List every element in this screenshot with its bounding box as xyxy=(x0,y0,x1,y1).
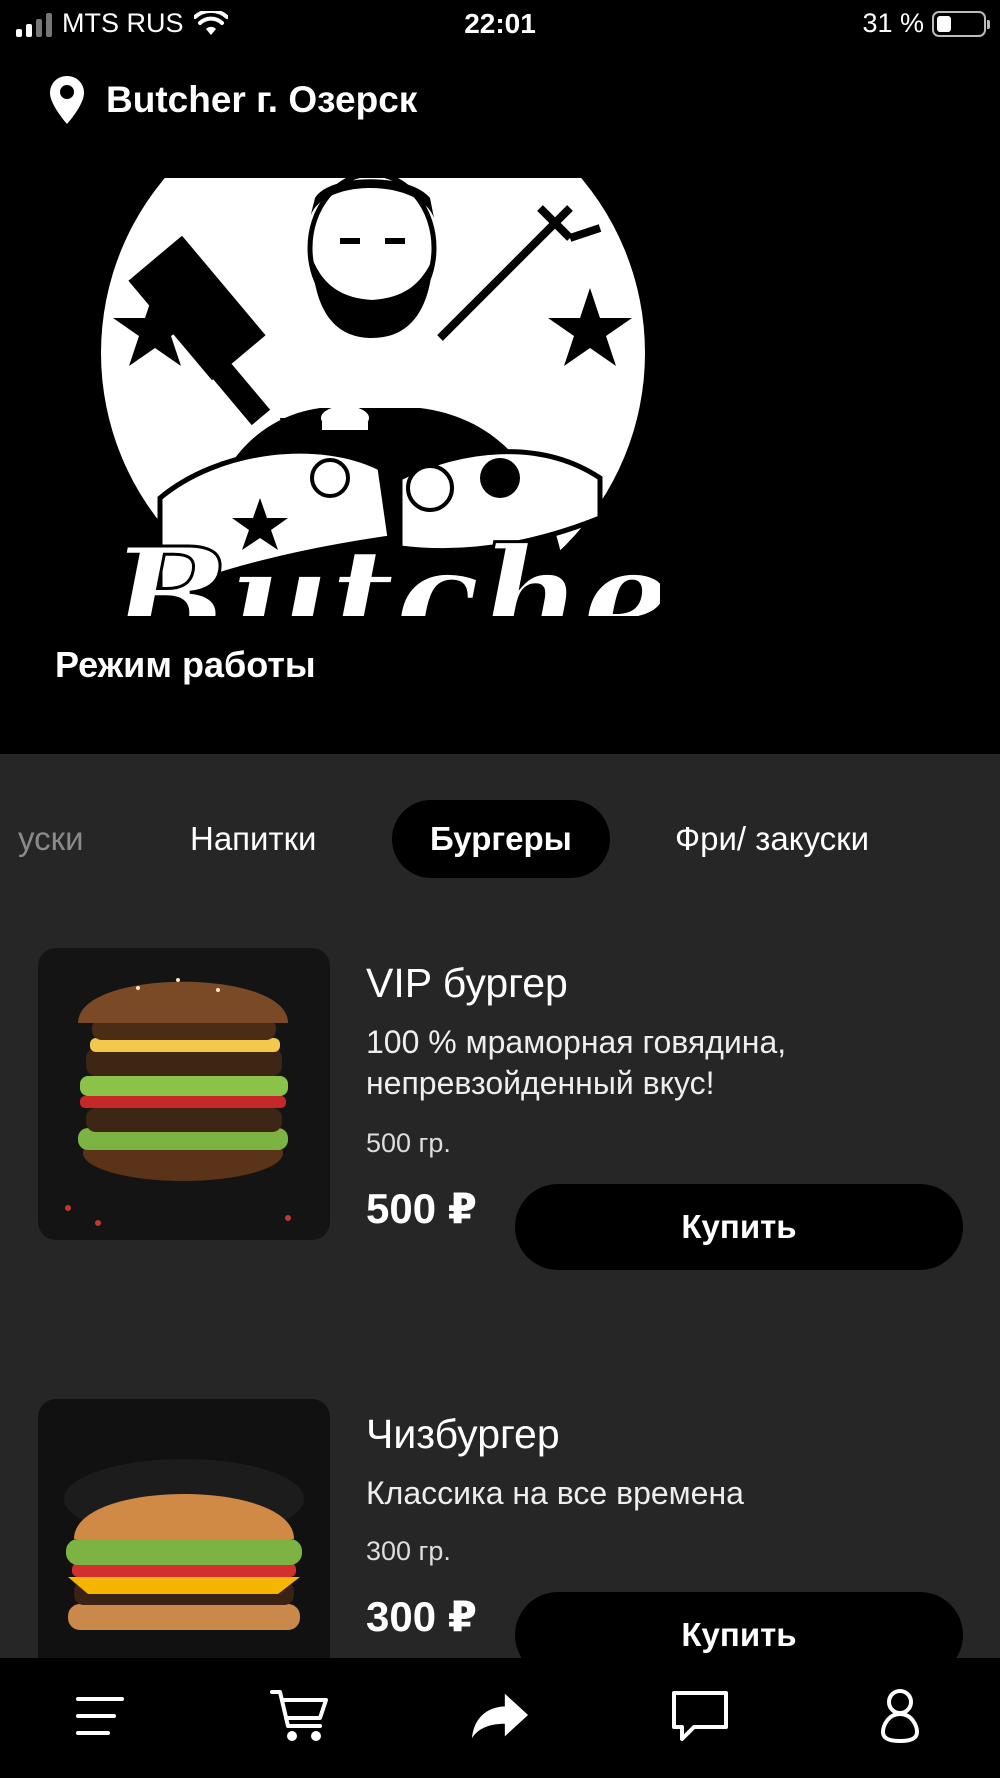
product-description: 100 % мраморная говядина, непревзойденны… xyxy=(366,1024,787,1101)
battery-percent: 31 % xyxy=(862,8,924,38)
cart-icon[interactable] xyxy=(270,1686,330,1746)
menu-icon[interactable] xyxy=(70,1686,130,1746)
clock: 22:01 xyxy=(464,8,536,39)
logo-wordmark: Butcher xyxy=(106,518,660,616)
product-price: 300 ₽ xyxy=(366,1593,477,1640)
product-description: Классика на все времена xyxy=(366,1475,744,1511)
product-price: 500 ₽ xyxy=(366,1185,477,1232)
tab-drinks[interactable]: Напитки xyxy=(190,800,316,878)
status-bar: MTS RUS 22:01 31 % xyxy=(0,0,1000,50)
share-icon[interactable] xyxy=(470,1686,530,1746)
tab-fries-snacks[interactable]: Фри/ закуски xyxy=(675,800,869,878)
product-image[interactable] xyxy=(38,948,330,1240)
product-weight: 300 гр. xyxy=(366,1536,451,1566)
working-hours-link[interactable]: Режим работы xyxy=(55,644,316,686)
buy-button[interactable]: Купить xyxy=(515,1184,963,1270)
menu-panel: уски Напитки Бургеры Фри/ закуски VIP бу… xyxy=(0,754,1000,1658)
product-image[interactable] xyxy=(38,1399,330,1658)
status-right: 31 % xyxy=(862,8,990,39)
product-card: VIP бургер 100 % мраморная говядина, неп… xyxy=(38,948,963,1278)
battery-icon xyxy=(932,10,990,37)
product-name: Чизбургер xyxy=(366,1411,560,1457)
product-card: Чизбургер Классика на все времена 300 гр… xyxy=(38,1399,963,1658)
tab-burgers[interactable]: Бургеры xyxy=(392,800,610,878)
butcher-logo: Butcher xyxy=(100,178,660,616)
category-tabs[interactable]: уски Напитки Бургеры Фри/ закуски xyxy=(0,800,1000,878)
product-name: VIP бургер xyxy=(366,960,568,1006)
product-weight: 500 гр. xyxy=(366,1128,451,1158)
location-selector[interactable]: Butcher г. Озерск xyxy=(48,74,417,126)
location-title: Butcher г. Озерск xyxy=(106,79,418,120)
profile-icon[interactable] xyxy=(870,1686,930,1746)
location-pin-icon xyxy=(50,76,84,124)
chat-icon[interactable] xyxy=(670,1686,730,1746)
tab-snacks-partial[interactable]: уски xyxy=(18,800,84,878)
buy-button[interactable]: Купить xyxy=(515,1592,963,1658)
bottom-nav xyxy=(0,1658,1000,1778)
